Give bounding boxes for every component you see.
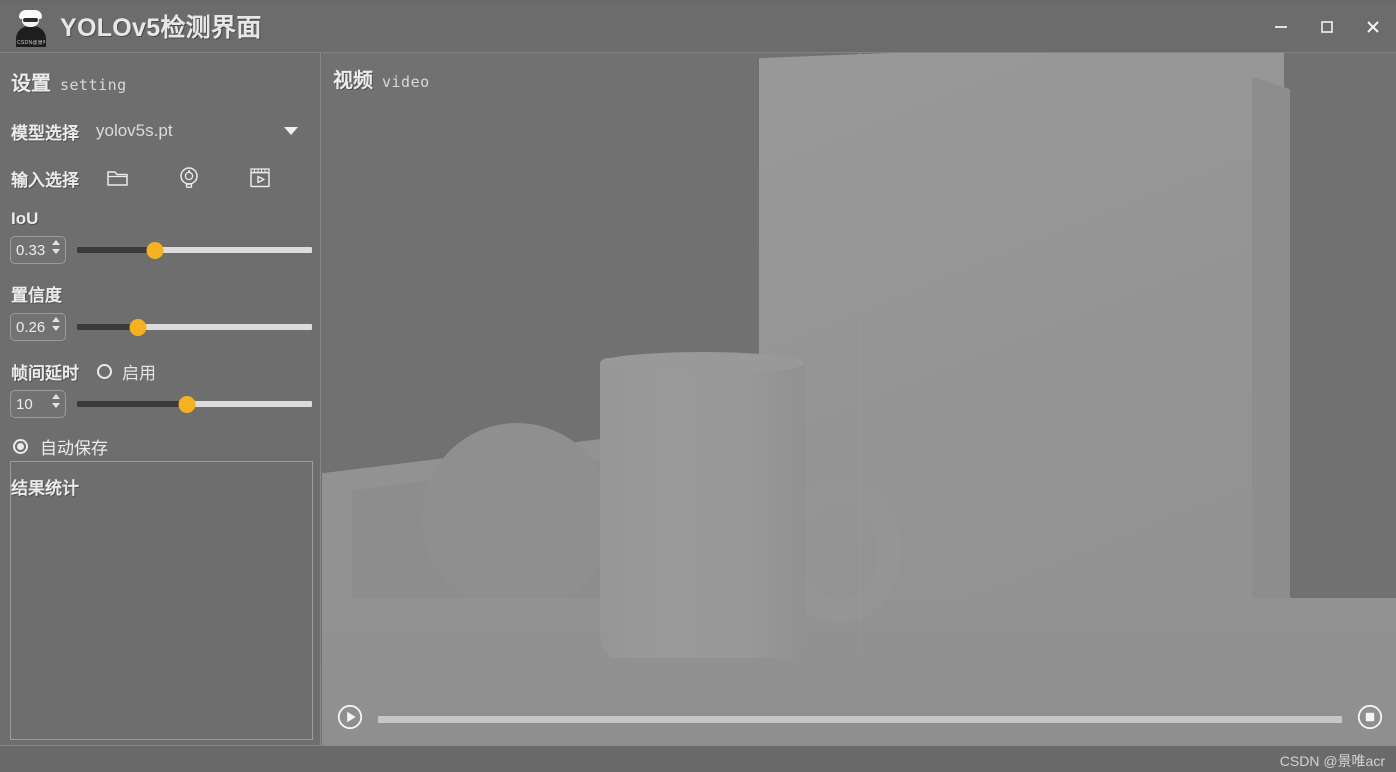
iou-value: 0.33 [16,241,46,259]
video-panel: 视频 video [322,53,1396,745]
maximize-button[interactable] [1304,0,1350,53]
frame-delay-row: 帧间延时 启用 [0,359,320,383]
status-bar: CSDN @景唯acr [0,745,1396,772]
settings-header: 设置 setting [0,53,320,96]
minimize-button[interactable] [1258,0,1304,53]
frame-delay-slider-handle[interactable] [178,396,196,413]
chevron-down-icon[interactable] [284,127,298,135]
stepper-down-icon[interactable] [52,326,60,331]
confidence-slider[interactable] [77,316,312,338]
folder-icon[interactable] [103,163,133,193]
confidence-slider-row: 0.26 [0,313,320,341]
settings-title-zh: 设置 [11,73,51,95]
app-logo-avatar: CSDN@景唯acr [13,9,49,47]
frame-delay-enable-label: 启用 [122,363,156,383]
frame-delay-stepper-arrows[interactable] [52,394,60,408]
window-controls [1258,0,1396,53]
iou-slider[interactable] [77,239,312,261]
camera-icon[interactable] [174,163,204,193]
stop-icon [1357,704,1383,729]
video-icon-glyph [250,168,270,188]
video-frame-image [322,53,1396,745]
stepper-down-icon[interactable] [52,249,60,254]
confidence-value: 0.26 [16,318,46,336]
stop-button[interactable] [1357,704,1383,735]
video-progress-slider[interactable] [378,710,1342,728]
confidence-stepper-arrows[interactable] [52,317,60,331]
title-bar: CSDN@景唯acr YOLOv5检测界面 [0,0,1396,53]
minimize-icon [1275,25,1287,28]
stepper-up-icon[interactable] [52,394,60,399]
folder-icon-glyph [107,171,128,186]
maximize-icon [1321,20,1333,33]
application-window: CSDN@景唯acr YOLOv5检测界面 [0,0,1396,772]
close-button[interactable] [1350,0,1396,53]
autosave-radio[interactable] [13,438,28,454]
camera-icon-glyph [180,167,198,188]
iou-slider-row: 0.33 [0,236,320,264]
stepper-up-icon[interactable] [52,240,60,245]
input-select-label: 输入选择 [11,170,79,190]
iou-slider-fill [77,247,155,253]
autosave-row[interactable]: 自动保存 [0,434,320,458]
iou-spinbox[interactable]: 0.33 [10,236,66,264]
watermark-text: CSDN @景唯acr [1279,753,1385,769]
frame-delay-slider[interactable] [77,393,312,415]
frame-delay-slider-fill [77,401,188,407]
confidence-slider-handle[interactable] [129,319,147,336]
settings-sidebar: 设置 setting 模型选择 yolov5s.pt 输入选择 IoU 0.33… [0,53,321,745]
result-stats-box[interactable] [10,461,313,740]
play-button[interactable] [337,704,363,735]
close-icon [1367,20,1379,33]
settings-title-en: setting [60,76,127,94]
frame-delay-label: 帧间延时 [11,363,79,383]
video-panel-header: 视频 video [333,64,430,93]
iou-slider-handle[interactable] [146,242,164,259]
video-title-zh: 视频 [333,70,373,92]
input-select-row: 输入选择 [0,163,320,193]
video-icon[interactable] [245,163,275,193]
model-select-row[interactable]: 模型选择 yolov5s.pt [0,118,320,144]
video-progress-track [378,715,1342,723]
frame-delay-value: 10 [16,395,33,413]
iou-label: IoU [11,209,39,228]
confidence-label: 置信度 [11,286,62,305]
frame-delay-slider-row: 10 [0,390,320,418]
stepper-down-icon[interactable] [52,403,60,408]
logo-nickname: CSDN@景唯acr [17,40,45,46]
autosave-label: 自动保存 [40,438,108,458]
frame-delay-spinbox[interactable]: 10 [10,390,66,418]
frame-delay-enable-radio[interactable] [97,363,112,379]
model-select-value: yolov5s.pt [96,121,173,140]
page-title: YOLOv5检测界面 [60,14,262,42]
stepper-up-icon[interactable] [52,317,60,322]
video-title-en: video [382,73,430,91]
iou-stepper-arrows[interactable] [52,240,60,254]
model-select-label: 模型选择 [11,123,79,143]
play-icon [337,704,363,729]
playback-bar [322,693,1396,745]
confidence-spinbox[interactable]: 0.26 [10,313,66,341]
